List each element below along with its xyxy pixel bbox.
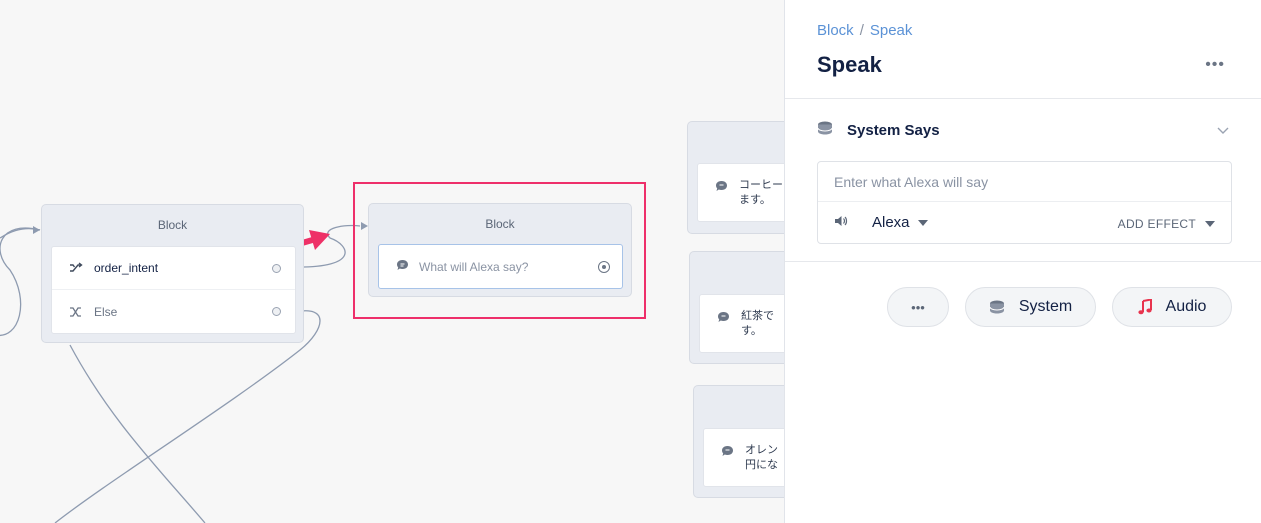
music-note-icon: [1137, 299, 1152, 315]
section-header[interactable]: System Says: [817, 121, 940, 139]
voice-label: Alexa: [872, 214, 910, 231]
speak-step[interactable]: オレン 円にな: [703, 428, 784, 487]
shuffle-icon: [68, 306, 84, 318]
output-port[interactable]: [272, 264, 281, 273]
add-system-button[interactable]: System: [965, 287, 1096, 327]
flow-canvas[interactable]: Block order_intent Else Block What will …: [0, 0, 784, 523]
breadcrumb: Block / Speak: [817, 22, 912, 39]
intent-row-order[interactable]: order_intent: [52, 247, 295, 290]
page-title: Speak: [817, 52, 882, 77]
database-icon: [817, 121, 833, 139]
add-effect-label: ADD EFFECT: [1117, 217, 1196, 231]
system-says-box: Alexa ADD EFFECT: [817, 161, 1232, 244]
audio-label: Audio: [1165, 298, 1207, 315]
shuffle-icon: [68, 262, 84, 274]
highlight-box: [353, 182, 646, 319]
speak-text-line: す。: [741, 325, 762, 337]
speech-bubble-icon: [721, 445, 734, 462]
system-label: System: [1018, 298, 1073, 315]
divider: [785, 261, 1261, 262]
voice-selector[interactable]: Alexa: [834, 214, 928, 231]
section-title: System Says: [847, 121, 940, 139]
speak-text-line: 円にな: [745, 459, 778, 471]
chevron-down-icon[interactable]: [1217, 122, 1229, 140]
coffee-block[interactable]: コーヒー ます。: [687, 121, 784, 234]
breadcrumb-separator: /: [859, 22, 864, 39]
more-label: •••: [911, 299, 925, 315]
editor-panel: Block / Speak Speak ••• System Says Alexa …: [784, 0, 1261, 523]
caret-down-icon: [917, 219, 928, 226]
speak-text-line: コーヒー: [739, 179, 783, 191]
database-icon: [989, 300, 1005, 314]
speak-text-line: オレン: [745, 444, 778, 456]
breadcrumb-current[interactable]: Speak: [870, 22, 913, 39]
output-port[interactable]: [272, 307, 281, 316]
orange-block[interactable]: オレン 円にな: [693, 385, 784, 498]
intent-label: order_intent: [94, 261, 159, 275]
block-title: Block: [157, 218, 188, 232]
add-audio-button[interactable]: Audio: [1112, 287, 1232, 327]
add-effect-button[interactable]: ADD EFFECT: [1118, 217, 1215, 231]
speak-text-line: 紅茶で: [741, 310, 774, 322]
breadcrumb-parent[interactable]: Block: [817, 22, 854, 39]
else-label: Else: [94, 304, 118, 319]
more-step-types-button[interactable]: •••: [887, 287, 949, 327]
speech-input[interactable]: [818, 162, 1231, 202]
tea-block[interactable]: 紅茶で す。: [689, 251, 784, 364]
speech-bubble-icon: [715, 180, 728, 197]
intent-step[interactable]: order_intent Else: [51, 246, 296, 334]
intent-row-else[interactable]: Else: [52, 290, 295, 333]
divider: [785, 98, 1261, 99]
more-options-button[interactable]: •••: [1205, 56, 1225, 74]
speak-text-line: ます。: [739, 194, 771, 206]
speech-bubble-icon: [717, 311, 730, 328]
caret-down-icon: [1205, 221, 1215, 227]
speak-step[interactable]: 紅茶で す。: [699, 294, 784, 353]
intent-block[interactable]: Block order_intent Else: [41, 204, 304, 343]
speak-step[interactable]: コーヒー ます。: [697, 163, 784, 222]
speaker-icon: [834, 214, 848, 231]
